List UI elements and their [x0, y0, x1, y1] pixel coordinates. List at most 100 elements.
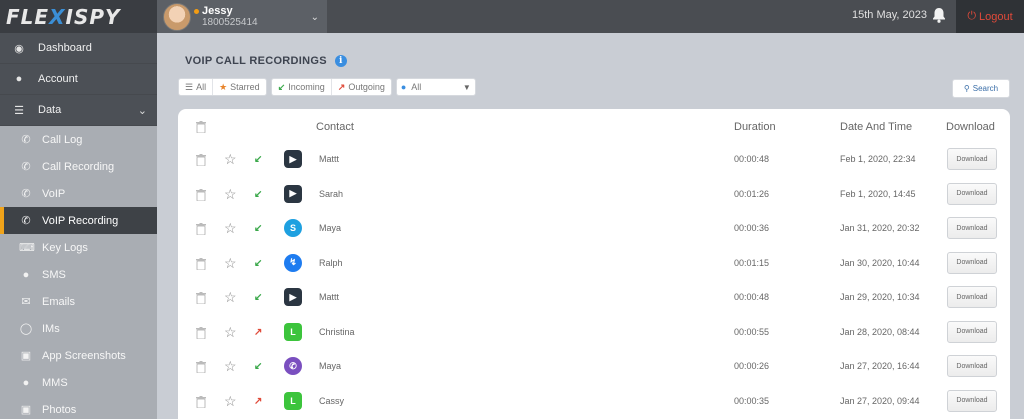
filter-incoming-button[interactable]: ↙ Incoming — [272, 79, 332, 95]
recordings-table: Contact Duration Date And Time Download … — [178, 109, 1010, 419]
phone-recording-icon: ✆ — [21, 161, 31, 173]
delete-icon[interactable] — [196, 292, 206, 304]
table-row[interactable]: ☆ ↙ S Maya 00:00:36 Jan 31, 2020, 20:32 Downlo… — [178, 212, 1010, 247]
user-switcher[interactable]: Jessy 1800525414 ⌄ — [157, 0, 327, 33]
table-row[interactable]: ☆ ↗ L Cassy 00:00:35 Jan 27, 2020, 09:44 Downl… — [178, 385, 1010, 419]
logout-button[interactable]: ⏻ Logout — [956, 0, 1024, 33]
line-icon: L — [284, 322, 302, 341]
facetime-icon: ▶ — [284, 150, 302, 168]
sidebar-item-app-screenshots[interactable]: ▣ App Screenshots — [0, 342, 157, 369]
datetime-value: Feb 1, 2020, 22:34 — [840, 154, 916, 164]
incoming-arrow-icon: ↙ — [254, 223, 263, 234]
star-icon[interactable]: ☆ — [224, 325, 237, 339]
sidebar-item-call-log[interactable]: ✆ Call Log — [0, 126, 157, 153]
download-button[interactable]: Download — [947, 182, 997, 205]
sidebar-item-ims[interactable]: ◯ IMs — [0, 315, 157, 342]
current-date: 15th May, 2023 — [852, 9, 928, 21]
brand-logo[interactable]: FLEXISPY — [0, 0, 157, 33]
viber-icon: ✆ — [284, 357, 302, 375]
datetime-value: Jan 28, 2020, 08:44 — [840, 326, 920, 337]
filter-starred-button[interactable]: ★ Starred — [213, 79, 266, 95]
email-icon: ✉ — [21, 296, 31, 308]
table-row[interactable]: ☆ ↙ ✆ Maya 00:00:26 Jan 27, 2020, 16:44 Downlo… — [178, 350, 1010, 385]
download-button[interactable]: Download — [947, 320, 997, 343]
facetime-icon: ▶ — [284, 288, 302, 306]
download-button[interactable]: Download — [947, 148, 997, 170]
outgoing-arrow-icon: ↗ — [254, 326, 263, 338]
table-row[interactable]: ☆ ↙ ↯ Ralph 00:01:15 Jan 30, 2020, 10:44 Downl… — [178, 247, 1010, 282]
contact-name: Maya — [319, 361, 342, 371]
duration-value: 00:01:15 — [734, 257, 770, 268]
sidebar-item-emails[interactable]: ✉ Emails — [0, 288, 157, 315]
contact-name: Sarah — [319, 188, 344, 199]
chevron-down-icon: ⌄ — [137, 104, 147, 117]
app-filter-select[interactable]: ● All ▼ — [395, 78, 476, 96]
sidebar-item-dashboard[interactable]: ◉ Dashboard — [0, 33, 157, 64]
table-row[interactable]: ☆ ↗ L Christina 00:00:55 Jan 28, 2020, 08:44 D… — [178, 316, 1010, 351]
incoming-arrow-icon: ↙ — [254, 257, 263, 269]
filter-all-button[interactable]: ☰ All — [179, 79, 214, 95]
datetime-value: Jan 30, 2020, 10:44 — [840, 257, 920, 268]
download-button[interactable]: Download — [947, 286, 997, 308]
star-icon[interactable]: ☆ — [224, 152, 237, 166]
datetime-value: Feb 1, 2020, 14:45 — [840, 188, 916, 199]
table-row[interactable]: ☆ ↙ ▶ Sarah 00:01:26 Feb 1, 2020, 14:45 Downlo… — [178, 178, 1010, 213]
delete-all-icon[interactable] — [196, 121, 206, 133]
chevron-down-icon: ⌄ — [310, 12, 319, 23]
dashboard-icon: ◉ — [14, 42, 24, 55]
delete-icon[interactable] — [196, 326, 206, 339]
header-datetime[interactable]: Date And Time — [840, 121, 912, 133]
sidebar-item-photos[interactable]: ▣ Photos — [0, 396, 157, 419]
search-button[interactable]: ⚲ Search — [952, 79, 1010, 98]
delete-icon[interactable] — [196, 223, 206, 235]
star-icon[interactable]: ☆ — [224, 394, 237, 408]
outgoing-arrow-icon: ↗ — [337, 81, 346, 92]
database-icon: ☰ — [14, 104, 24, 117]
delete-icon[interactable] — [196, 361, 206, 373]
sidebar: ◉ Dashboard ● Account ☰ Data ⌄ ✆ Call Log… — [0, 33, 157, 419]
incoming-arrow-icon: ↙ — [277, 81, 286, 92]
header-duration[interactable]: Duration — [734, 121, 776, 133]
contact-name: Mattt — [319, 154, 340, 164]
delete-icon[interactable] — [196, 257, 206, 270]
voip-recording-icon: ✆ — [21, 215, 31, 227]
sidebar-item-mms[interactable]: ● MMS — [0, 369, 157, 396]
star-icon[interactable]: ☆ — [224, 256, 237, 270]
star-icon[interactable]: ☆ — [224, 221, 237, 235]
sidebar-item-key-logs[interactable]: ⌨ Key Logs — [0, 234, 157, 261]
bell-icon[interactable] — [930, 6, 948, 24]
sidebar-item-call-recording[interactable]: ✆ Call Recording — [0, 153, 157, 180]
header-contact[interactable]: Contact — [316, 121, 354, 133]
sidebar-item-voip-recording[interactable]: ✆ VoIP Recording — [0, 207, 157, 234]
contact-name: Cassy — [319, 395, 345, 406]
table-row[interactable]: ☆ ↙ ▶ Mattt 00:00:48 Jan 29, 2020, 10:34 Downl… — [178, 281, 1010, 316]
star-icon[interactable]: ☆ — [224, 359, 237, 373]
download-button[interactable]: Download — [947, 217, 997, 239]
download-button[interactable]: Download — [947, 389, 997, 412]
contact-name: Christina — [319, 326, 355, 337]
top-bar: FLEXISPY Jessy 1800525414 ⌄ 15th May, 20… — [0, 0, 1024, 33]
sidebar-item-sms[interactable]: ● SMS — [0, 261, 157, 288]
mms-icon: ● — [22, 376, 30, 389]
download-button[interactable]: Download — [947, 355, 997, 377]
download-button[interactable]: Download — [947, 251, 997, 274]
table-header: Contact Duration Date And Time Download — [178, 109, 1010, 143]
list-icon: ☰ — [185, 81, 194, 92]
table-row[interactable]: ☆ ↙ ▶ Mattt 00:00:48 Feb 1, 2020, 22:34 Downlo… — [178, 143, 1010, 178]
sidebar-item-account[interactable]: ● Account — [0, 64, 157, 95]
filter-outgoing-button[interactable]: ↗ Outgoing — [332, 79, 391, 95]
sidebar-item-data[interactable]: ☰ Data ⌄ — [0, 95, 157, 126]
delete-icon[interactable] — [196, 188, 206, 201]
duration-value: 00:00:48 — [734, 292, 770, 302]
delete-icon[interactable] — [196, 154, 206, 166]
star-icon[interactable]: ☆ — [224, 290, 237, 304]
duration-value: 00:00:26 — [734, 361, 770, 371]
delete-icon[interactable] — [196, 395, 206, 408]
star-icon[interactable]: ☆ — [224, 187, 237, 201]
sms-icon: ● — [22, 268, 30, 281]
contact-name: Maya — [319, 223, 342, 233]
main-content: VOIP CALL RECORDINGS i ☰ All ★ Starred ↙ In… — [157, 33, 1024, 419]
sidebar-item-voip[interactable]: ✆ VoIP — [0, 180, 157, 207]
info-icon[interactable]: i — [334, 55, 347, 67]
datetime-value: Jan 27, 2020, 09:44 — [840, 395, 920, 406]
